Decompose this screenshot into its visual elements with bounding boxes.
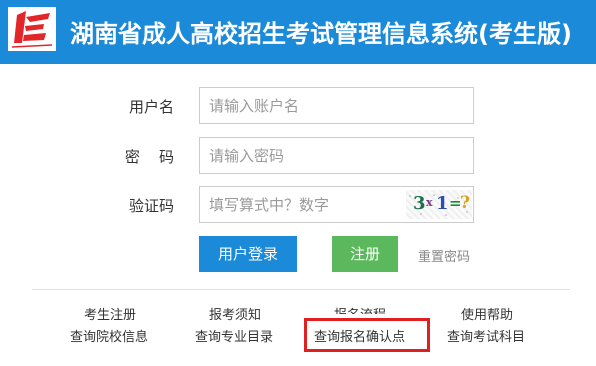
password-label: 密 码 xyxy=(124,148,174,166)
link-candidate-register[interactable]: 考生注册 xyxy=(84,304,136,323)
captcha-label: 验证码 xyxy=(128,197,174,215)
link-exam-notice[interactable]: 报考须知 xyxy=(209,304,261,323)
captcha-operator: x xyxy=(426,196,433,209)
link-query-major-catalog[interactable]: 查询专业目录 xyxy=(195,326,273,345)
register-button[interactable]: 注册 xyxy=(332,236,398,272)
hunan-exam-logo-icon xyxy=(8,7,56,51)
captcha-image[interactable]: 3 x 1 = ? xyxy=(406,190,472,219)
captcha-unknown: ? xyxy=(460,193,470,213)
link-query-school-info[interactable]: 查询院校信息 xyxy=(70,326,148,345)
username-row: 用户名 xyxy=(0,87,596,125)
link-help[interactable]: 使用帮助 xyxy=(461,304,513,323)
login-button[interactable]: 用户登录 xyxy=(199,236,297,272)
username-input[interactable] xyxy=(199,87,474,124)
link-query-exam-subjects[interactable]: 查询考试科目 xyxy=(447,326,525,345)
header-bar: 湖南省成人高校招生考试管理信息系统(考生版) xyxy=(0,0,596,64)
captcha-row: 验证码 3 x 1 = ? xyxy=(0,186,596,224)
divider xyxy=(32,289,570,290)
system-title: 湖南省成人高校招生考试管理信息系统(考生版) xyxy=(70,20,572,48)
reset-password-link[interactable]: 重置密码 xyxy=(418,246,470,265)
login-page: 湖南省成人高校招生考试管理信息系统(考生版) 用户名 密 码 验证码 3 x 1… xyxy=(0,0,596,366)
highlight-box xyxy=(304,318,430,352)
password-row: 密 码 xyxy=(0,137,596,175)
captcha-digit-2: 1 xyxy=(436,193,449,214)
password-input[interactable] xyxy=(199,137,474,174)
captcha-digit-1: 3 xyxy=(413,193,426,214)
username-label: 用户名 xyxy=(128,98,174,116)
